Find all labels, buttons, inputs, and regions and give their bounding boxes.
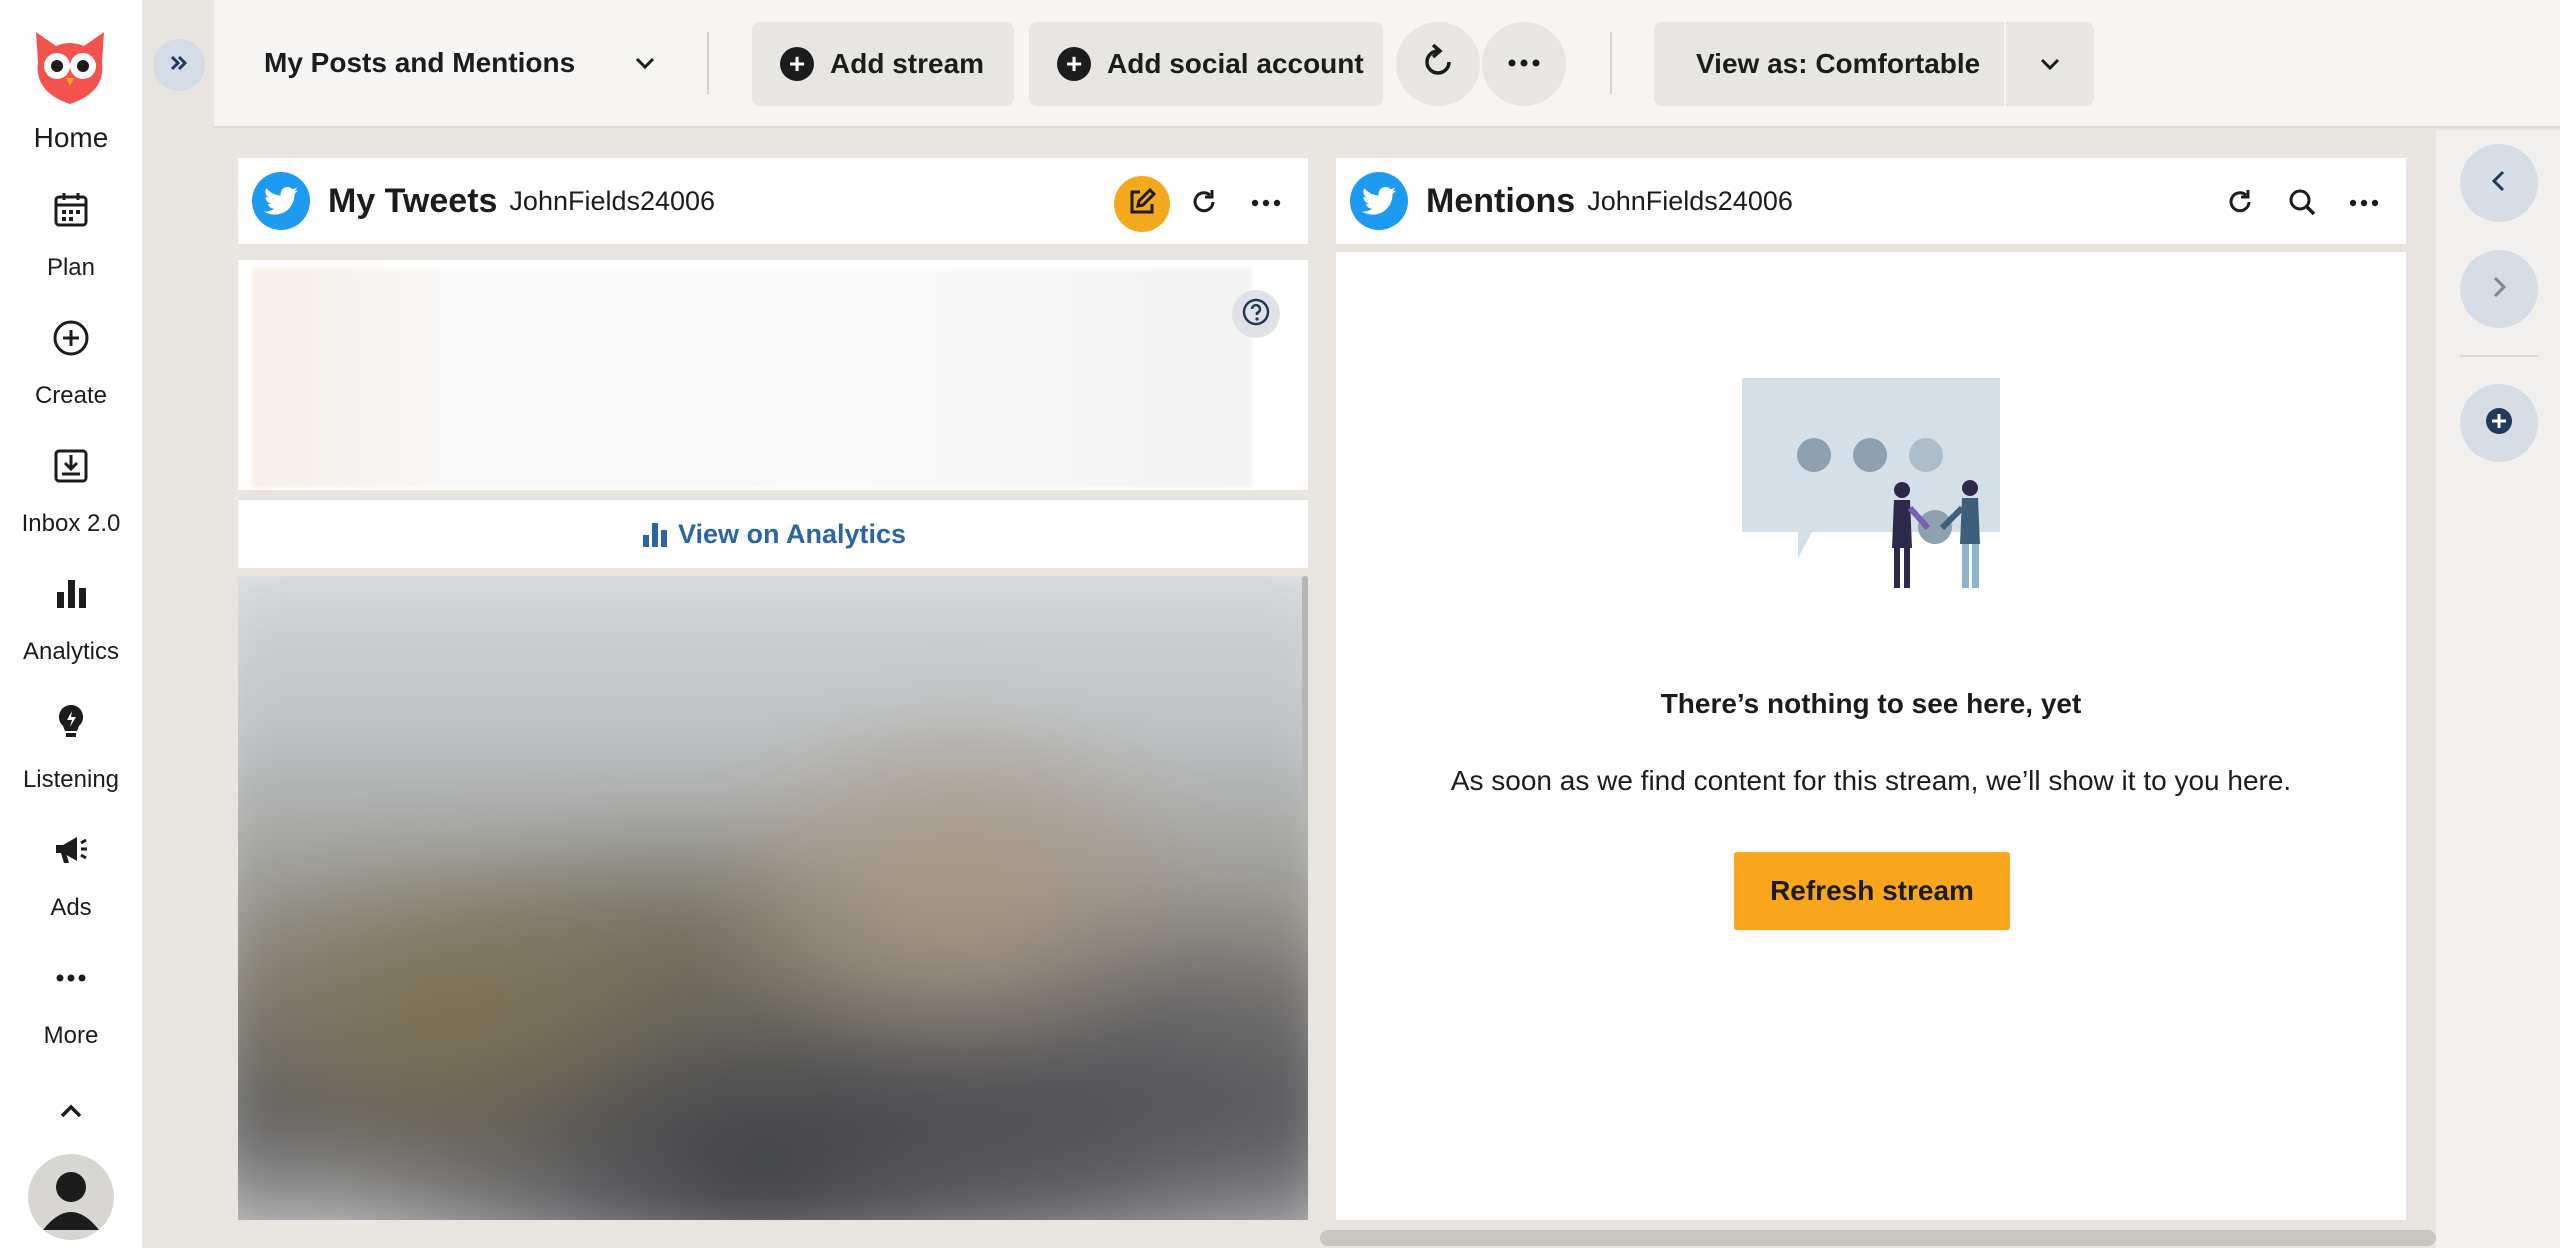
nav-ads-label: Ads [50, 894, 92, 921]
view-on-analytics-link[interactable]: View on Analytics [640, 519, 906, 550]
toolbar-divider [1610, 32, 1612, 94]
twitter-icon [252, 172, 310, 230]
ellipsis-icon [51, 958, 91, 998]
avatar[interactable] [28, 1154, 114, 1240]
chevron-down-icon [631, 49, 659, 77]
nav-create-label: Create [34, 382, 108, 409]
stream-mentions: Mentions JohnFields24006 There’s nothing… [1336, 158, 2406, 1220]
nav-listening-label: Listening [22, 766, 120, 793]
nav-item-inbox[interactable]: Inbox 2.0 [0, 446, 142, 538]
ellipsis-icon [1506, 55, 1542, 73]
add-stream-button[interactable]: + Add stream [752, 22, 1014, 106]
panel-divider [2460, 355, 2538, 357]
add-social-account-label: Add social account [1107, 48, 1364, 79]
nav-item-ads[interactable]: Ads [0, 830, 142, 922]
view-on-analytics-label: View on Analytics [677, 518, 907, 549]
tab-selector-dropdown[interactable]: My Posts and Mentions [264, 30, 659, 96]
stream-search-button[interactable] [2274, 176, 2330, 232]
tweet-image-card[interactable] [238, 576, 1308, 1220]
plus-icon: + [1057, 47, 1091, 81]
nav-item-analytics[interactable]: Analytics [0, 574, 142, 666]
stream-more-button[interactable] [2336, 176, 2392, 232]
view-as-label: View as: Comfortable [1696, 48, 1981, 79]
nav-item-more[interactable]: More [0, 958, 142, 1050]
nav-analytics-label: Analytics [22, 638, 120, 665]
question-mark-icon [1241, 297, 1271, 332]
stream-title: My Tweets [328, 181, 498, 220]
add-stream-label: Add stream [830, 48, 985, 79]
view-on-analytics-row: View on Analytics [238, 498, 1308, 568]
horizontal-scrollbar[interactable] [1320, 1230, 2436, 1246]
blurred-analytics-preview [252, 268, 1252, 488]
calendar-icon [51, 190, 91, 230]
mentions-empty-state: There’s nothing to see here, yet As soon… [1336, 260, 2406, 1220]
stream-header: My Tweets JohnFields24006 [238, 158, 1308, 252]
ellipsis-icon [2348, 195, 2380, 213]
help-button[interactable] [1232, 290, 1280, 338]
refresh-all-button[interactable] [1396, 22, 1480, 106]
bar-chart-icon [51, 574, 91, 614]
chevron-right-icon [2484, 272, 2514, 307]
stream-actions [1114, 176, 1294, 232]
empty-state-subtitle: As soon as we find content for this stre… [1450, 765, 2292, 796]
search-icon [2286, 186, 2318, 223]
plus-circle-icon [2484, 406, 2514, 441]
nav-more-label: More [43, 1022, 99, 1049]
plus-circle-icon [51, 318, 91, 358]
bar-chart-icon [642, 523, 667, 547]
chevron-down-icon[interactable] [2006, 50, 2094, 78]
left-navigation: Home Plan Create Inbox 2.0 Analytics Lis… [0, 0, 142, 1248]
lightbulb-icon [51, 702, 91, 742]
stream-title: Mentions [1426, 181, 1576, 220]
view-as-dropdown[interactable]: View as: Comfortable [1654, 22, 2094, 106]
plus-icon: + [780, 47, 814, 81]
nav-item-plan[interactable]: Plan [0, 190, 142, 282]
blurred-tweet-image [238, 576, 1308, 1220]
refresh-stream-button[interactable]: Refresh stream [1734, 852, 2010, 930]
compose-button[interactable] [1114, 176, 1170, 232]
chevron-left-icon [2484, 166, 2514, 201]
stream-scrollbar[interactable] [1302, 576, 1308, 806]
compose-icon [1126, 186, 1158, 223]
expand-nav-button[interactable] [153, 39, 205, 91]
empty-state-title: There’s nothing to see here, yet [1660, 688, 2082, 719]
top-toolbar: My Posts and Mentions + Add stream + Add… [214, 0, 2560, 128]
nav-gutter [142, 0, 214, 1248]
stream-refresh-button[interactable] [2212, 176, 2268, 232]
stream-refresh-button[interactable] [1176, 176, 1232, 232]
chevron-up-icon[interactable] [56, 1096, 86, 1126]
analytics-summary-card [238, 260, 1308, 490]
scroll-right-button[interactable] [2460, 250, 2538, 328]
add-social-account-button[interactable]: + Add social account [1029, 22, 1383, 106]
stream-header: Mentions JohnFields24006 [1336, 158, 2406, 252]
ellipsis-icon [1250, 195, 1282, 213]
nav-inbox-label: Inbox 2.0 [21, 510, 121, 537]
stream-username: JohnFields24006 [1587, 185, 1793, 216]
empty-state-illustration [1742, 378, 2002, 614]
nav-home-label: Home [33, 122, 109, 153]
tab-selector-label: My Posts and Mentions [264, 47, 576, 78]
add-stream-side-button[interactable] [2460, 384, 2538, 462]
nav-item-listening[interactable]: Listening [0, 702, 142, 794]
stream-actions [2212, 176, 2392, 232]
stream-my-tweets: My Tweets JohnFields24006 View on Analyt… [238, 158, 1308, 1220]
toolbar-divider [707, 32, 709, 94]
twitter-icon [1350, 172, 1408, 230]
megaphone-icon [51, 830, 91, 870]
refresh-icon [2224, 186, 2256, 223]
stream-username: JohnFields24006 [509, 185, 716, 216]
stream-navigation-panel [2436, 130, 2560, 1248]
stream-more-button[interactable] [1238, 176, 1294, 232]
nav-item-create[interactable]: Create [0, 318, 142, 410]
scroll-left-button[interactable] [2460, 144, 2538, 222]
nav-plan-label: Plan [46, 254, 96, 281]
hootsuite-owl-logo[interactable] [26, 22, 114, 110]
refresh-icon [1418, 42, 1458, 87]
inbox-icon [51, 446, 91, 486]
refresh-icon [1188, 186, 1220, 223]
double-chevron-right-icon [166, 50, 192, 81]
more-options-button[interactable] [1482, 22, 1566, 106]
